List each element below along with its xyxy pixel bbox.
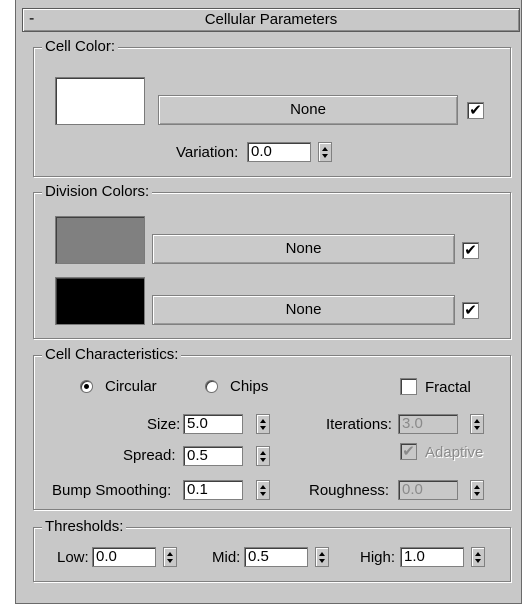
spread-input[interactable]: 0.5 [183, 446, 243, 466]
rollout-header[interactable]: - Cellular Parameters [22, 8, 520, 32]
variation-spinner[interactable] [318, 142, 332, 162]
bump-smoothing-input[interactable]: 0.1 [183, 480, 243, 500]
thresholds-label: Thresholds: [42, 518, 127, 536]
adaptive-label: Adaptive [425, 444, 484, 461]
bump-smoothing-spinner[interactable] [256, 480, 270, 500]
bump-smoothing-label: Bump Smoothing: [52, 482, 172, 499]
size-input[interactable]: 5.0 [183, 414, 243, 434]
spread-spinner[interactable] [256, 446, 270, 466]
iterations-input[interactable]: 3.0 [398, 414, 458, 434]
low-input[interactable]: 0.0 [92, 547, 156, 567]
circular-radio[interactable] [80, 380, 93, 393]
mid-label: Mid: [212, 549, 241, 566]
cell-color-swatch[interactable] [55, 77, 145, 125]
mid-input[interactable]: 0.5 [244, 547, 308, 567]
division-color-2-map-button[interactable]: None [152, 295, 455, 325]
chips-label[interactable]: Chips [230, 378, 268, 396]
low-spinner[interactable] [163, 547, 177, 567]
variation-label: Variation: [176, 144, 239, 161]
cell-color-label: Cell Color: [42, 38, 119, 56]
high-label: High: [360, 549, 396, 566]
mid-spinner[interactable] [315, 547, 329, 567]
cell-color-map-button[interactable]: None [158, 95, 458, 125]
circular-label[interactable]: Circular [105, 378, 157, 396]
adaptive-checkbox[interactable]: ✔ [400, 443, 417, 460]
cell-characteristics-label: Cell Characteristics: [42, 346, 182, 364]
fractal-label: Fractal [425, 379, 471, 396]
chips-radio[interactable] [205, 380, 218, 393]
size-label: Size: [147, 416, 181, 433]
roughness-label: Roughness: [309, 482, 390, 499]
size-spinner[interactable] [256, 414, 270, 434]
low-label: Low: [57, 549, 89, 566]
division-color-1-checkbox[interactable]: ✔ [462, 242, 479, 259]
division-color-2-swatch[interactable] [55, 277, 145, 325]
division-color-1-map-button[interactable]: None [152, 234, 455, 264]
high-input[interactable]: 1.0 [400, 547, 464, 567]
division-color-1-swatch[interactable] [55, 216, 145, 264]
fractal-checkbox[interactable] [400, 378, 417, 395]
division-color-2-checkbox[interactable]: ✔ [462, 302, 479, 319]
iterations-label: Iterations: [326, 416, 392, 433]
spread-label: Spread: [123, 447, 176, 464]
high-spinner[interactable] [471, 547, 485, 567]
roughness-input[interactable]: 0.0 [398, 480, 458, 500]
division-colors-label: Division Colors: [42, 183, 153, 201]
variation-input[interactable]: 0.0 [247, 142, 311, 162]
roughness-spinner[interactable] [470, 480, 484, 500]
iterations-spinner[interactable] [470, 414, 484, 434]
rollout-title: Cellular Parameters [204, 11, 338, 28]
cell-color-map-checkbox[interactable]: ✔ [467, 102, 484, 119]
